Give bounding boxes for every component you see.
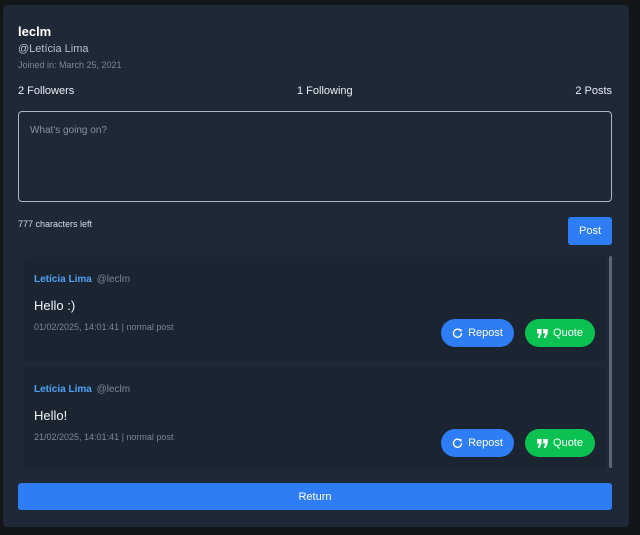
quote-icon bbox=[537, 438, 548, 448]
quote-button[interactable]: Quote bbox=[525, 319, 595, 347]
quote-label: Quote bbox=[553, 327, 583, 339]
characters-left-counter: 777 characters left bbox=[18, 219, 93, 229]
post-composer-input[interactable] bbox=[18, 111, 612, 202]
post-author-handle: @leclm bbox=[96, 384, 131, 395]
post-button[interactable]: Post bbox=[568, 217, 612, 245]
repost-label: Repost bbox=[468, 437, 503, 449]
profile-joined-date: Joined in: March 25, 2021 bbox=[18, 60, 122, 70]
repost-button[interactable]: Repost bbox=[441, 319, 514, 347]
profile-handle: @Letícia Lima bbox=[18, 43, 89, 55]
quote-label: Quote bbox=[553, 437, 583, 449]
profile-stats: 2 Followers 1 Following 2 Posts bbox=[18, 85, 612, 99]
following-count[interactable]: 1 Following bbox=[297, 85, 353, 97]
quote-icon bbox=[537, 328, 548, 338]
post-card: Letícia Lima @leclm Hello :) 01/02/2025,… bbox=[24, 257, 606, 361]
feed-scrollbar[interactable] bbox=[609, 256, 612, 468]
post-author-handle: @leclm bbox=[96, 274, 131, 285]
post-meta: 01/02/2025, 14:01:41 | normal post bbox=[34, 322, 174, 332]
repost-icon bbox=[452, 328, 463, 339]
followers-count[interactable]: 2 Followers bbox=[18, 85, 74, 97]
post-header: Letícia Lima @leclm bbox=[34, 384, 130, 395]
post-feed[interactable]: Letícia Lima @leclm Hello :) 01/02/2025,… bbox=[18, 255, 612, 469]
repost-icon bbox=[452, 438, 463, 449]
post-header: Letícia Lima @leclm bbox=[34, 274, 130, 285]
profile-panel: leclm @Letícia Lima Joined in: March 25,… bbox=[3, 5, 629, 527]
post-author-link[interactable]: Letícia Lima bbox=[34, 384, 92, 395]
post-author-link[interactable]: Letícia Lima bbox=[34, 274, 92, 285]
posts-count: 2 Posts bbox=[575, 85, 612, 97]
post-text: Hello :) bbox=[34, 298, 76, 313]
quote-button[interactable]: Quote bbox=[525, 429, 595, 457]
post-meta: 21/02/2025, 14:01:41 | normal post bbox=[34, 432, 174, 442]
return-button[interactable]: Return bbox=[18, 483, 612, 510]
post-card: Letícia Lima @leclm Hello! 21/02/2025, 1… bbox=[24, 367, 606, 469]
repost-button[interactable]: Repost bbox=[441, 429, 514, 457]
repost-label: Repost bbox=[468, 327, 503, 339]
profile-username: leclm bbox=[18, 24, 52, 39]
post-text: Hello! bbox=[34, 408, 68, 423]
